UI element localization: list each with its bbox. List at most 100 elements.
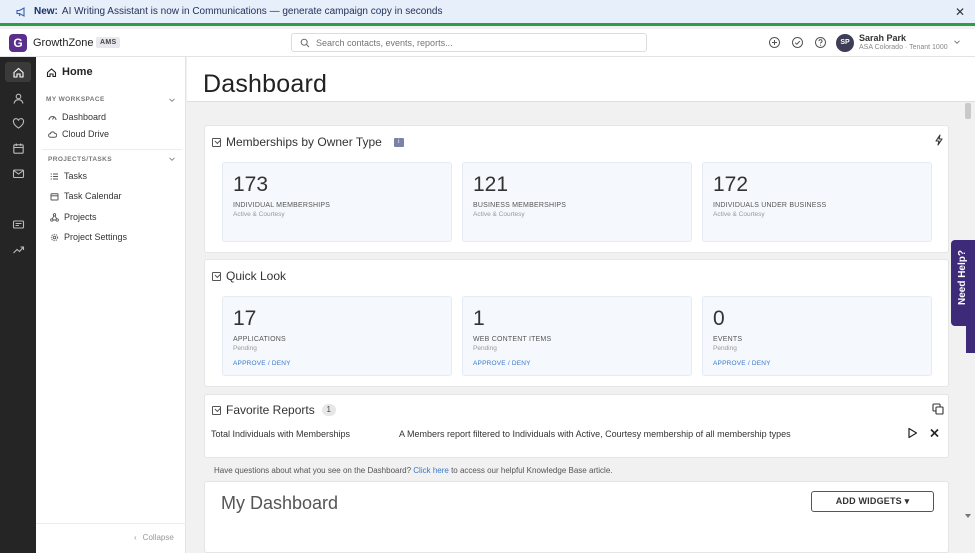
knowledge-base-note: Have questions about what you see on the… xyxy=(214,466,613,475)
collapse-toggle-icon[interactable] xyxy=(212,137,221,147)
gauge-icon xyxy=(48,115,57,120)
announcement-prefix: New: xyxy=(34,6,58,17)
check-circle-icon[interactable] xyxy=(791,36,804,49)
close-icon[interactable]: ✕ xyxy=(955,5,965,19)
stat-card[interactable]: 173 INDIVIDUAL MEMBERSHIPS Active & Cour… xyxy=(222,162,452,242)
announcement-text[interactable]: AI Writing Assistant is now in Communica… xyxy=(62,6,443,17)
nav-item-label: Dashboard xyxy=(62,112,107,122)
trend-icon[interactable] xyxy=(12,243,25,256)
report-row[interactable]: Total Individuals with Memberships A Mem… xyxy=(211,427,946,443)
stat-card[interactable]: 1 WEB CONTENT ITEMS Pending APPROVE / DE… xyxy=(462,296,692,376)
stat-card[interactable]: 121 BUSINESS MEMBERSHIPS Active & Courte… xyxy=(462,162,692,242)
growthzone-logo[interactable]: G xyxy=(9,34,27,52)
stat-sublabel: Active & Courtesy xyxy=(233,211,285,218)
search-icon xyxy=(300,38,310,47)
nav-item-task-calendar[interactable]: Task Calendar xyxy=(50,191,122,201)
lightning-icon[interactable] xyxy=(934,134,944,146)
nav-item-label: Project Settings xyxy=(64,232,128,242)
nav-home-label: Home xyxy=(62,66,93,78)
stat-sublabel: Active & Courtesy xyxy=(713,211,765,218)
mail-icon[interactable] xyxy=(12,167,25,180)
chevron-down-icon[interactable] xyxy=(168,155,176,163)
heart-icon[interactable] xyxy=(12,117,25,130)
nav-item-dashboard[interactable]: Dashboard xyxy=(48,112,106,122)
kb-note-text: Have questions about what you see on the… xyxy=(214,466,412,475)
nav-item-label: Projects xyxy=(64,212,97,222)
need-help-label: Need Help? xyxy=(957,250,968,306)
stat-value: 121 xyxy=(473,173,509,196)
approve-deny-link[interactable]: APPROVE / DENY xyxy=(233,360,291,367)
avatar[interactable]: SP xyxy=(836,34,854,52)
section-my-workspace[interactable]: MY WORKSPACE xyxy=(46,96,105,103)
announcement-bar: New: AI Writing Assistant is now in Comm… xyxy=(0,0,975,26)
page-header: Dashboard xyxy=(187,57,975,102)
stat-sublabel: Pending xyxy=(713,345,737,352)
close-icon[interactable] xyxy=(929,427,940,439)
nav-item-label: Cloud Drive xyxy=(62,129,110,139)
global-search[interactable] xyxy=(291,33,647,52)
user-tenant: ASA Colorado · Tenant 1000 xyxy=(859,44,948,51)
help-circle-icon[interactable] xyxy=(814,36,827,49)
brand-name[interactable]: GrowthZone xyxy=(33,37,94,49)
approve-deny-link[interactable]: APPROVE / DENY xyxy=(473,360,531,367)
stat-card[interactable]: 17 APPLICATIONS Pending APPROVE / DENY xyxy=(222,296,452,376)
stat-label: BUSINESS MEMBERSHIPS xyxy=(473,202,567,209)
calendar-icon[interactable] xyxy=(12,142,25,155)
nav-divider xyxy=(42,149,182,150)
home-icon xyxy=(46,67,57,77)
report-count-badge: 1 xyxy=(321,404,336,416)
product-badge: AMS xyxy=(96,37,121,48)
scrollbar-thumb[interactable] xyxy=(965,103,971,119)
search-input[interactable] xyxy=(316,37,636,48)
stat-value: 1 xyxy=(473,307,485,330)
page-title: Dashboard xyxy=(203,70,328,98)
play-icon[interactable] xyxy=(907,427,918,439)
card-icon[interactable] xyxy=(12,218,25,231)
home-icon[interactable] xyxy=(12,66,25,79)
stat-card[interactable]: 0 EVENTS Pending APPROVE / DENY xyxy=(702,296,932,376)
need-help-tab[interactable]: Need Help? xyxy=(951,240,975,326)
calendar-icon xyxy=(50,192,59,200)
approve-deny-link[interactable]: APPROVE / DENY xyxy=(713,360,771,367)
chevron-left-icon: ‹ xyxy=(134,533,137,542)
scroll-down-icon[interactable] xyxy=(964,513,972,519)
nav-item-label: Task Calendar xyxy=(64,191,122,201)
kb-note-text-after: to access our helpful Knowledge Base art… xyxy=(451,466,613,475)
nav-item-cloud-drive[interactable]: Cloud Drive xyxy=(48,129,109,139)
kb-link[interactable]: Click here xyxy=(413,466,449,475)
plus-circle-icon[interactable] xyxy=(768,36,781,49)
stat-value: 0 xyxy=(713,307,725,330)
dashboard-content: Memberships by Owner Type i 173 INDIVIDU… xyxy=(187,103,962,553)
collapse-button[interactable]: ‹ Collapse xyxy=(134,533,174,542)
report-name[interactable]: Total Individuals with Memberships xyxy=(211,429,350,439)
stat-label: EVENTS xyxy=(713,336,743,343)
collapse-toggle-icon[interactable] xyxy=(212,271,221,281)
collapse-toggle-icon[interactable] xyxy=(212,405,221,415)
nav-item-tasks[interactable]: Tasks xyxy=(50,171,87,181)
copy-icon[interactable] xyxy=(932,403,944,415)
quick-look-title: Quick Look xyxy=(226,269,287,283)
nav-item-projects[interactable]: Projects xyxy=(50,212,97,222)
nav-home[interactable]: Home xyxy=(46,66,93,78)
info-icon[interactable]: i xyxy=(393,137,404,147)
chevron-down-icon[interactable] xyxy=(953,38,961,46)
chevron-down-icon[interactable] xyxy=(168,96,176,104)
person-icon[interactable] xyxy=(12,92,25,105)
nav-item-label: Tasks xyxy=(64,171,88,181)
section-projects-tasks[interactable]: PROJECTS/TASKS xyxy=(48,156,112,163)
stat-sublabel: Pending xyxy=(233,345,257,352)
nav-panel: Home MY WORKSPACE Dashboard Cloud Drive … xyxy=(36,57,186,553)
need-help-tab-edge xyxy=(966,326,975,353)
memberships-title: Memberships by Owner Type xyxy=(226,135,382,149)
list-icon xyxy=(50,172,58,180)
report-description: A Members report filtered to Individuals… xyxy=(399,429,791,439)
stat-card[interactable]: 172 INDIVIDUALS UNDER BUSINESS Active & … xyxy=(702,162,932,242)
stat-sublabel: Pending xyxy=(473,345,497,352)
nav-item-project-settings[interactable]: Project Settings xyxy=(50,232,127,242)
user-name[interactable]: Sarah Park xyxy=(859,33,906,43)
add-widgets-button[interactable]: ADD WIDGETS ▾ xyxy=(811,491,934,512)
stat-value: 173 xyxy=(233,173,269,196)
cloud-icon xyxy=(48,130,57,138)
stat-label: WEB CONTENT ITEMS xyxy=(473,336,552,343)
quick-look-panel: Quick Look 17 APPLICATIONS Pending APPRO… xyxy=(204,259,949,387)
